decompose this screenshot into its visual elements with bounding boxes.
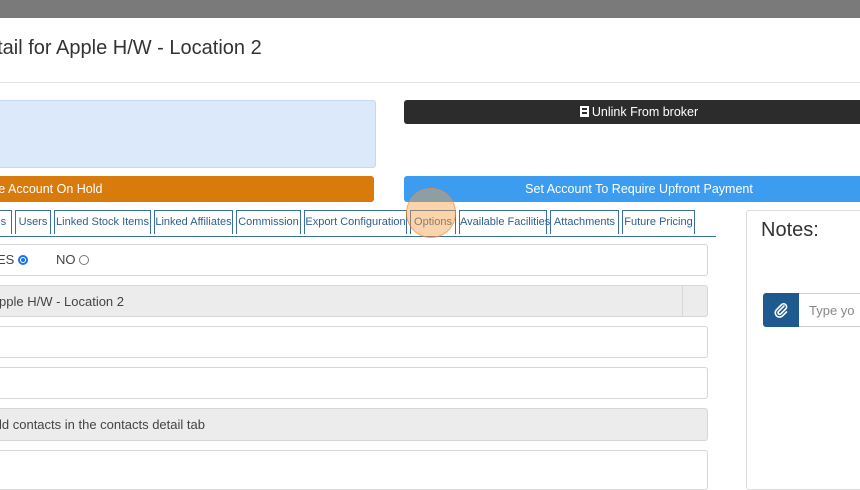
notes-title: Notes: [761, 219, 819, 241]
empty-field-2[interactable] [0, 367, 708, 399]
tab-linked-affiliates[interactable]: Linked Affiliates [154, 210, 233, 234]
no-label: NO [55, 252, 76, 267]
unlink-button-label: Unlink From broker [591, 105, 699, 119]
info-panel [0, 100, 376, 168]
contacts-hint-field: ld contacts in the contacts detail tab [0, 408, 708, 441]
radio-unchecked-icon[interactable] [79, 255, 90, 265]
yes-label: ES [0, 252, 15, 267]
yes-no-option-field: ES NO [0, 244, 708, 276]
building-icon [579, 106, 589, 117]
account-name-field: pple H/W - Location 2 [0, 285, 708, 317]
unlink-from-broker-button[interactable]: Unlink From broker [404, 100, 860, 124]
paperclip-icon [774, 303, 788, 318]
account-name-value: pple H/W - Location 2 [0, 294, 125, 309]
detail-tabs: ils Users Linked Stock Items Linked Affi… [0, 210, 716, 237]
tab-options[interactable]: Options [410, 210, 456, 234]
tab-available-facilities[interactable]: Available Facilities [459, 210, 550, 234]
radio-checked-icon[interactable] [18, 255, 29, 265]
empty-field-3[interactable] [0, 450, 708, 490]
modal-title: etail for Apple H/W - Location 2 [0, 37, 262, 59]
tab-export-configuration[interactable]: Export Configuration [304, 210, 407, 234]
tab-future-pricing[interactable]: Future Pricing [622, 210, 695, 234]
empty-field-1[interactable] [0, 326, 708, 358]
upfront-button-label: Set Account To Require Upfront Payment [525, 182, 753, 196]
require-upfront-payment-button[interactable]: Set Account To Require Upfront Payment [404, 176, 860, 202]
place-account-on-hold-button[interactable]: ce Account On Hold [0, 176, 374, 202]
note-input[interactable] [799, 293, 860, 327]
header-divider [0, 82, 860, 83]
tab-attachments[interactable]: Attachments [550, 210, 619, 234]
field-addon-divider [682, 286, 683, 316]
tab-linked-stock-items[interactable]: Linked Stock Items [54, 210, 151, 234]
backdrop-strip [0, 0, 860, 18]
tab-users[interactable]: Users [15, 210, 51, 234]
contacts-hint-text: ld contacts in the contacts detail tab [0, 417, 205, 432]
hold-button-label: ce Account On Hold [0, 182, 103, 196]
tab-details[interactable]: ils [0, 210, 12, 234]
notes-panel: Notes: [746, 210, 860, 490]
attach-file-button[interactable] [763, 293, 799, 327]
tab-commission[interactable]: Commission [236, 210, 301, 234]
